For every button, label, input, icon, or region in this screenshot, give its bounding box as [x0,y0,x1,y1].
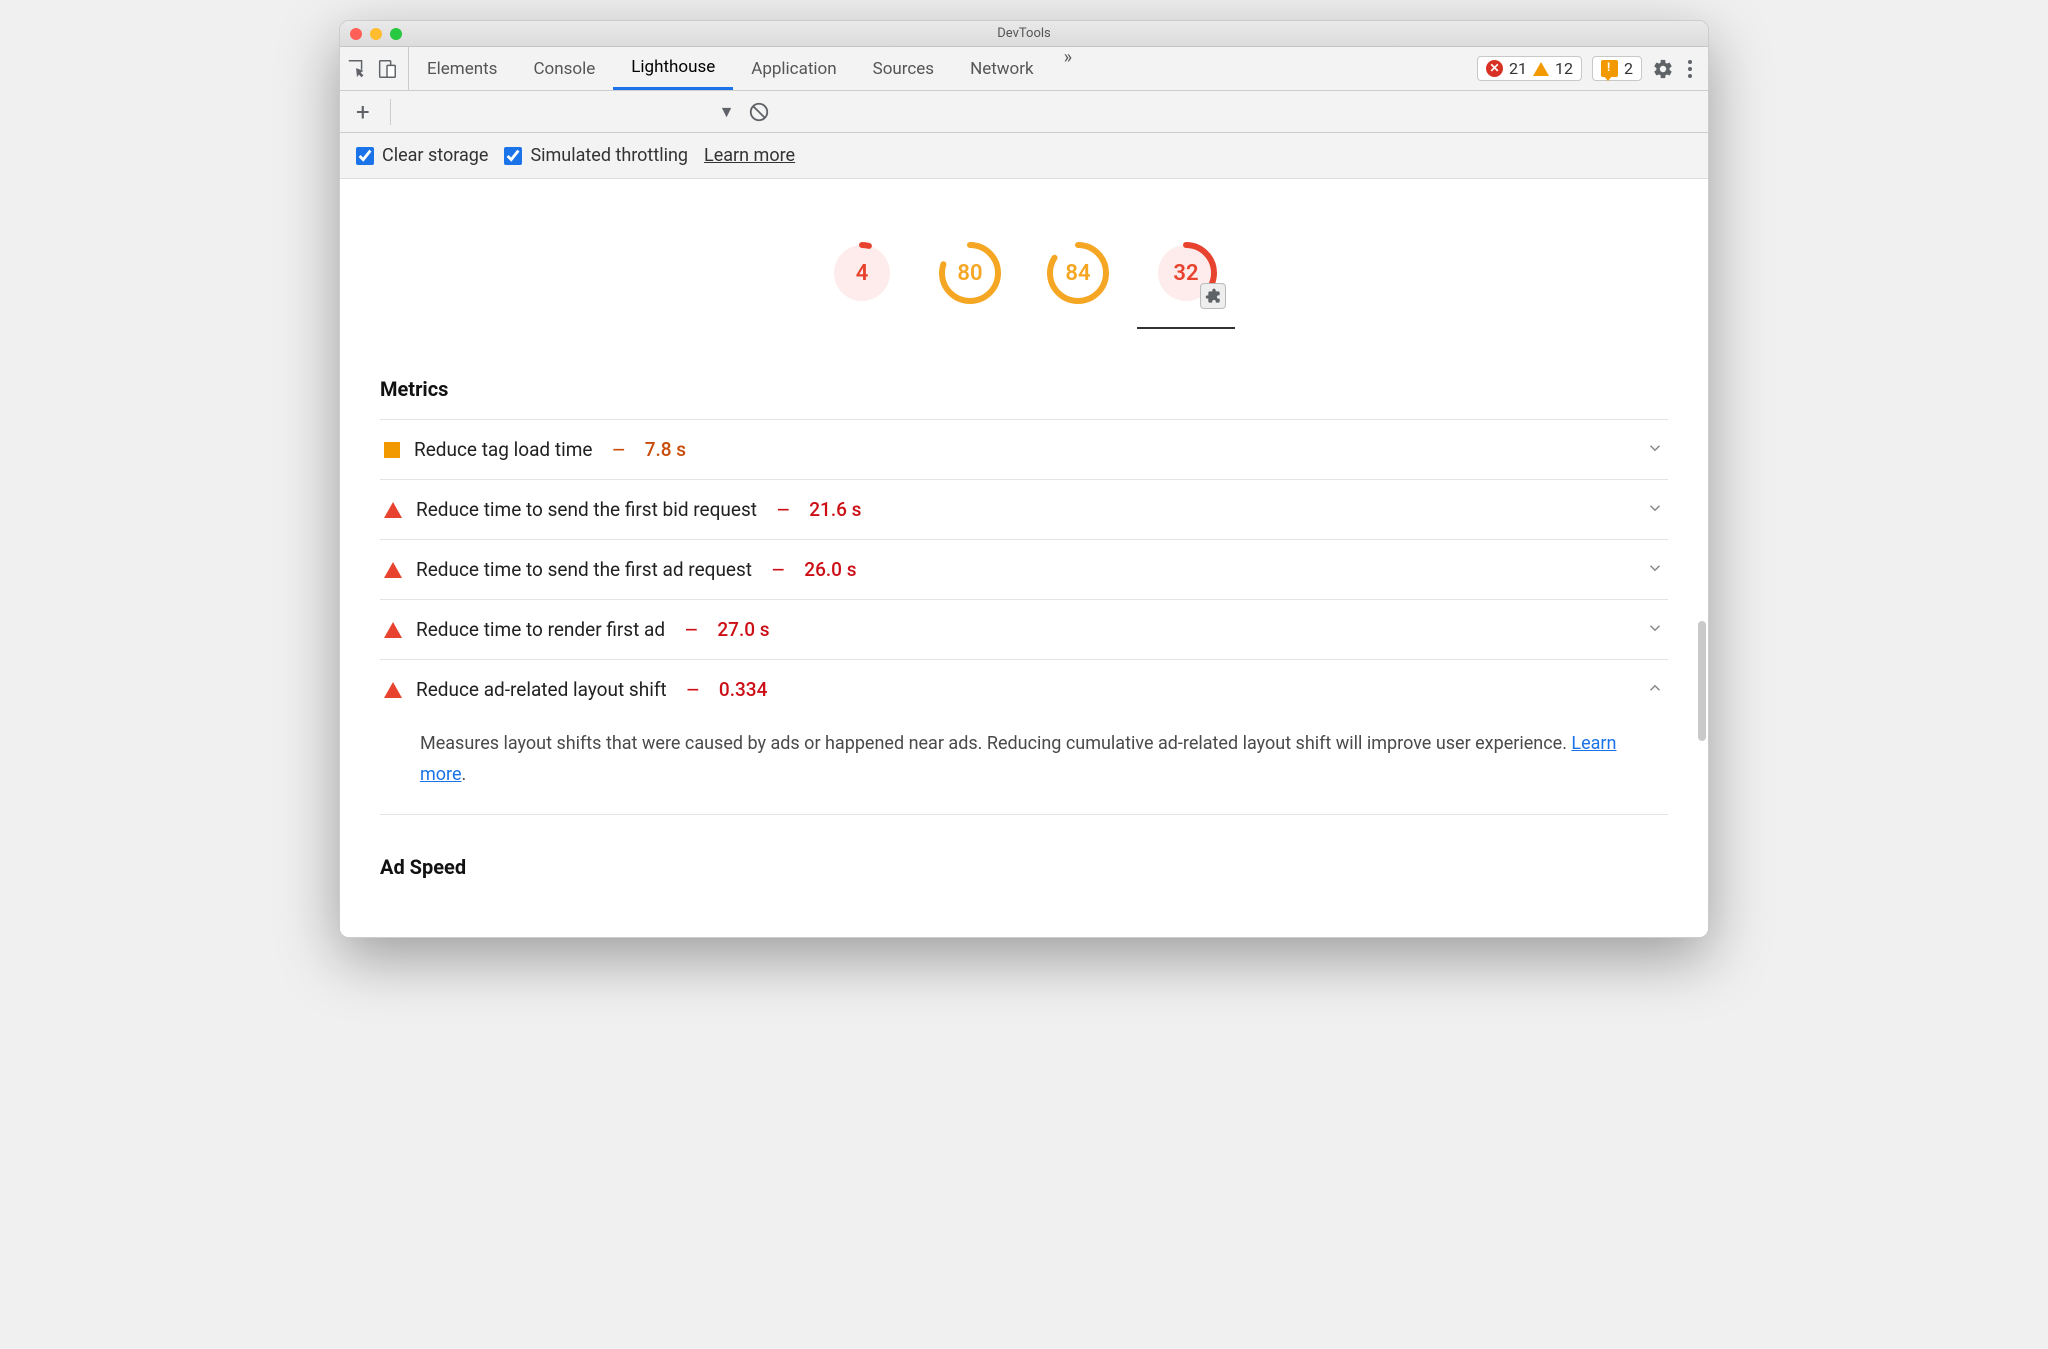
gauge-score: 80 [936,239,1004,307]
metric-row[interactable]: Reduce time to send the first ad request… [380,539,1668,599]
gauge-score: 4 [828,239,896,307]
metric-value: 26.0 s [798,558,856,581]
lighthouse-toolbar: + ▼ [340,91,1708,133]
gauge-ring: 80 [936,239,1004,307]
score-gauges: 4 80 84 32 [340,179,1708,337]
warning-icon [1533,62,1549,76]
settings-icon[interactable] [1652,58,1674,80]
metric-title: Reduce time to send the first bid reques… [416,498,757,521]
new-report-button[interactable]: + [350,98,376,126]
metric-description-text: Measures layout shifts that were caused … [420,733,1571,754]
gauge-ring: 84 [1044,239,1112,307]
metric-description-period: . [462,764,467,785]
simulated-throttling-label: Simulated throttling [530,145,688,166]
metric-description: Measures layout shifts that were caused … [380,719,1668,815]
metric-dash: — [681,680,699,699]
chevron-down-icon [1646,499,1664,521]
warning-count: 12 [1555,59,1573,78]
chevron-down-icon [1646,559,1664,581]
metric-row[interactable]: Reduce tag load time — 7.8 s [380,419,1668,479]
gauge-ring: 4 [828,239,896,307]
clear-storage-checkbox[interactable]: Clear storage [356,145,488,166]
square-icon [384,442,400,458]
chevron-down-icon [1646,439,1664,461]
simulated-throttling-input[interactable] [504,147,522,165]
gauge-3[interactable]: 32 [1152,239,1220,307]
ad-speed-heading: Ad Speed [380,815,1668,897]
clear-storage-input[interactable] [356,147,374,165]
gauge-ring: 32 [1152,239,1220,307]
error-warning-badge[interactable]: ✕ 21 12 [1477,56,1582,81]
tab-sources[interactable]: Sources [855,47,952,90]
divider [390,99,391,125]
metric-value: 21.6 s [803,498,861,521]
window-title: DevTools [340,26,1708,41]
tab-application[interactable]: Application [733,47,854,90]
metric-row[interactable]: Reduce time to render first ad — 27.0 s [380,599,1668,659]
options-row: Clear storage Simulated throttling Learn… [340,133,1708,179]
metric-row[interactable]: Reduce ad-related layout shift — 0.334 [380,659,1668,719]
metric-value: 7.8 s [639,438,686,461]
clear-storage-label: Clear storage [382,145,488,166]
lighthouse-report: 4 80 84 32 [340,179,1708,937]
clear-icon[interactable] [748,101,770,123]
triangle-icon [384,622,402,638]
metric-dash: — [771,500,789,519]
metric-title: Reduce tag load time [414,438,592,461]
more-tabs-icon[interactable]: » [1052,47,1084,90]
devtools-window: DevTools Elements Console Lighthouse App… [339,20,1709,938]
error-count: 21 [1509,59,1527,78]
triangle-icon [384,502,402,518]
metric-title: Reduce ad-related layout shift [416,678,667,701]
inspect-element-icon[interactable] [346,58,368,80]
titlebar: DevTools [340,21,1708,47]
metric-dash: — [766,560,784,579]
simulated-throttling-checkbox[interactable]: Simulated throttling [504,145,688,166]
gauge-1[interactable]: 80 [936,239,1004,307]
issues-badge[interactable]: 2 [1592,56,1642,81]
device-toolbar-icon[interactable] [376,58,398,80]
main-tabbar: Elements Console Lighthouse Application … [340,47,1708,91]
chevron-up-icon [1646,679,1664,701]
metrics-heading: Metrics [380,337,1668,419]
chevron-down-icon [1646,619,1664,641]
scrollbar-thumb[interactable] [1698,621,1706,741]
triangle-icon [384,682,402,698]
metric-dash: — [679,620,697,639]
tab-lighthouse[interactable]: Lighthouse [613,47,733,90]
metric-row[interactable]: Reduce time to send the first bid reques… [380,479,1668,539]
tab-network[interactable]: Network [952,47,1052,90]
metric-title: Reduce time to render first ad [416,618,665,641]
issues-count: 2 [1624,59,1633,78]
tab-console[interactable]: Console [515,47,613,90]
metrics-list: Reduce tag load time — 7.8 s Reduce time… [380,419,1668,719]
tab-elements[interactable]: Elements [409,47,515,90]
issues-icon [1601,60,1618,77]
gauge-2[interactable]: 84 [1044,239,1112,307]
metric-value: 27.0 s [711,618,769,641]
gauge-0[interactable]: 4 [828,239,896,307]
metric-value: 0.334 [713,678,767,701]
kebab-menu-icon[interactable] [1684,56,1696,82]
report-dropdown-icon[interactable]: ▼ [719,102,735,122]
extension-icon [1200,283,1226,309]
error-icon: ✕ [1486,60,1503,77]
throttling-learn-more-link[interactable]: Learn more [704,145,795,166]
metric-dash: — [606,440,624,459]
gauge-score: 84 [1044,239,1112,307]
metric-title: Reduce time to send the first ad request [416,558,752,581]
triangle-icon [384,562,402,578]
